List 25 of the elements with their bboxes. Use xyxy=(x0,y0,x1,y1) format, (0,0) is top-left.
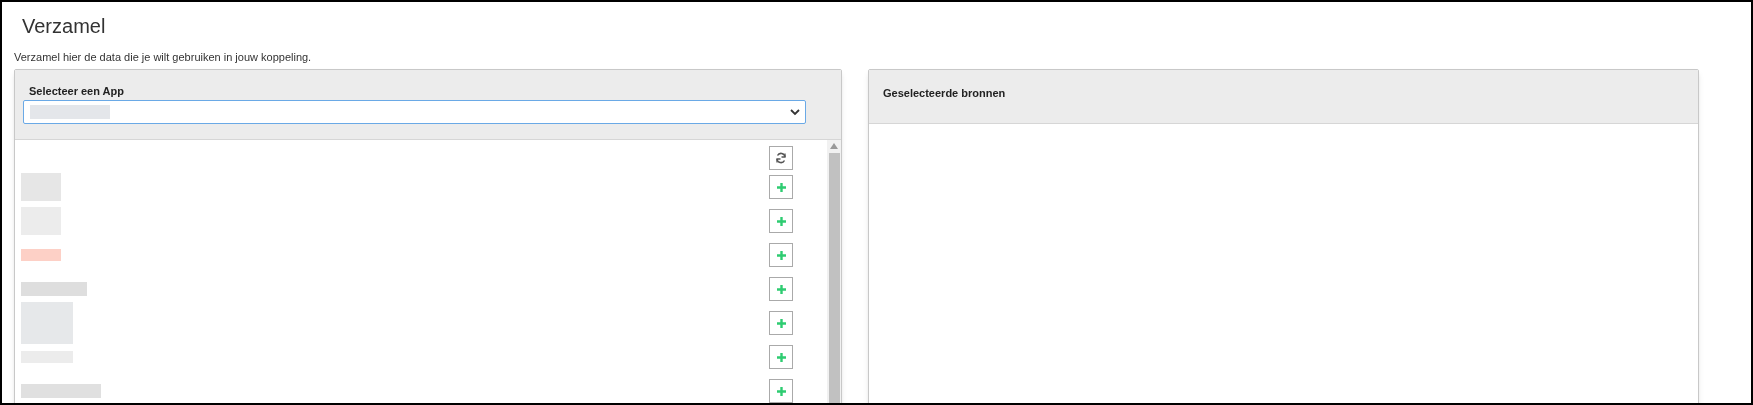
add-button[interactable] xyxy=(769,345,793,369)
page-description: Verzamel hier de data die je wilt gebruiken in jouw koppeling. xyxy=(13,50,313,64)
plus-icon xyxy=(775,283,787,295)
plus-icon xyxy=(775,249,787,261)
scrollbar[interactable] xyxy=(827,140,841,403)
chevron-down-icon xyxy=(789,106,801,118)
plus-icon xyxy=(775,385,787,397)
add-button[interactable] xyxy=(769,175,793,199)
app-select-label: Selecteer een App xyxy=(29,84,125,98)
plus-icon xyxy=(775,317,787,329)
refresh-button[interactable] xyxy=(769,146,793,170)
add-button[interactable] xyxy=(769,311,793,335)
add-button[interactable] xyxy=(769,277,793,301)
plus-icon xyxy=(775,215,787,227)
app-select[interactable] xyxy=(23,100,806,124)
plus-icon xyxy=(775,181,787,193)
scroll-up-icon[interactable] xyxy=(830,143,838,149)
panel-title: Geselecteerde bronnen xyxy=(883,86,1007,100)
scrollbar-thumb[interactable] xyxy=(828,153,840,403)
add-button[interactable] xyxy=(769,209,793,233)
refresh-icon xyxy=(775,152,787,164)
plus-icon xyxy=(775,351,787,363)
page-title: Verzamel xyxy=(22,14,107,38)
add-button[interactable] xyxy=(769,379,793,403)
add-button[interactable] xyxy=(769,243,793,267)
